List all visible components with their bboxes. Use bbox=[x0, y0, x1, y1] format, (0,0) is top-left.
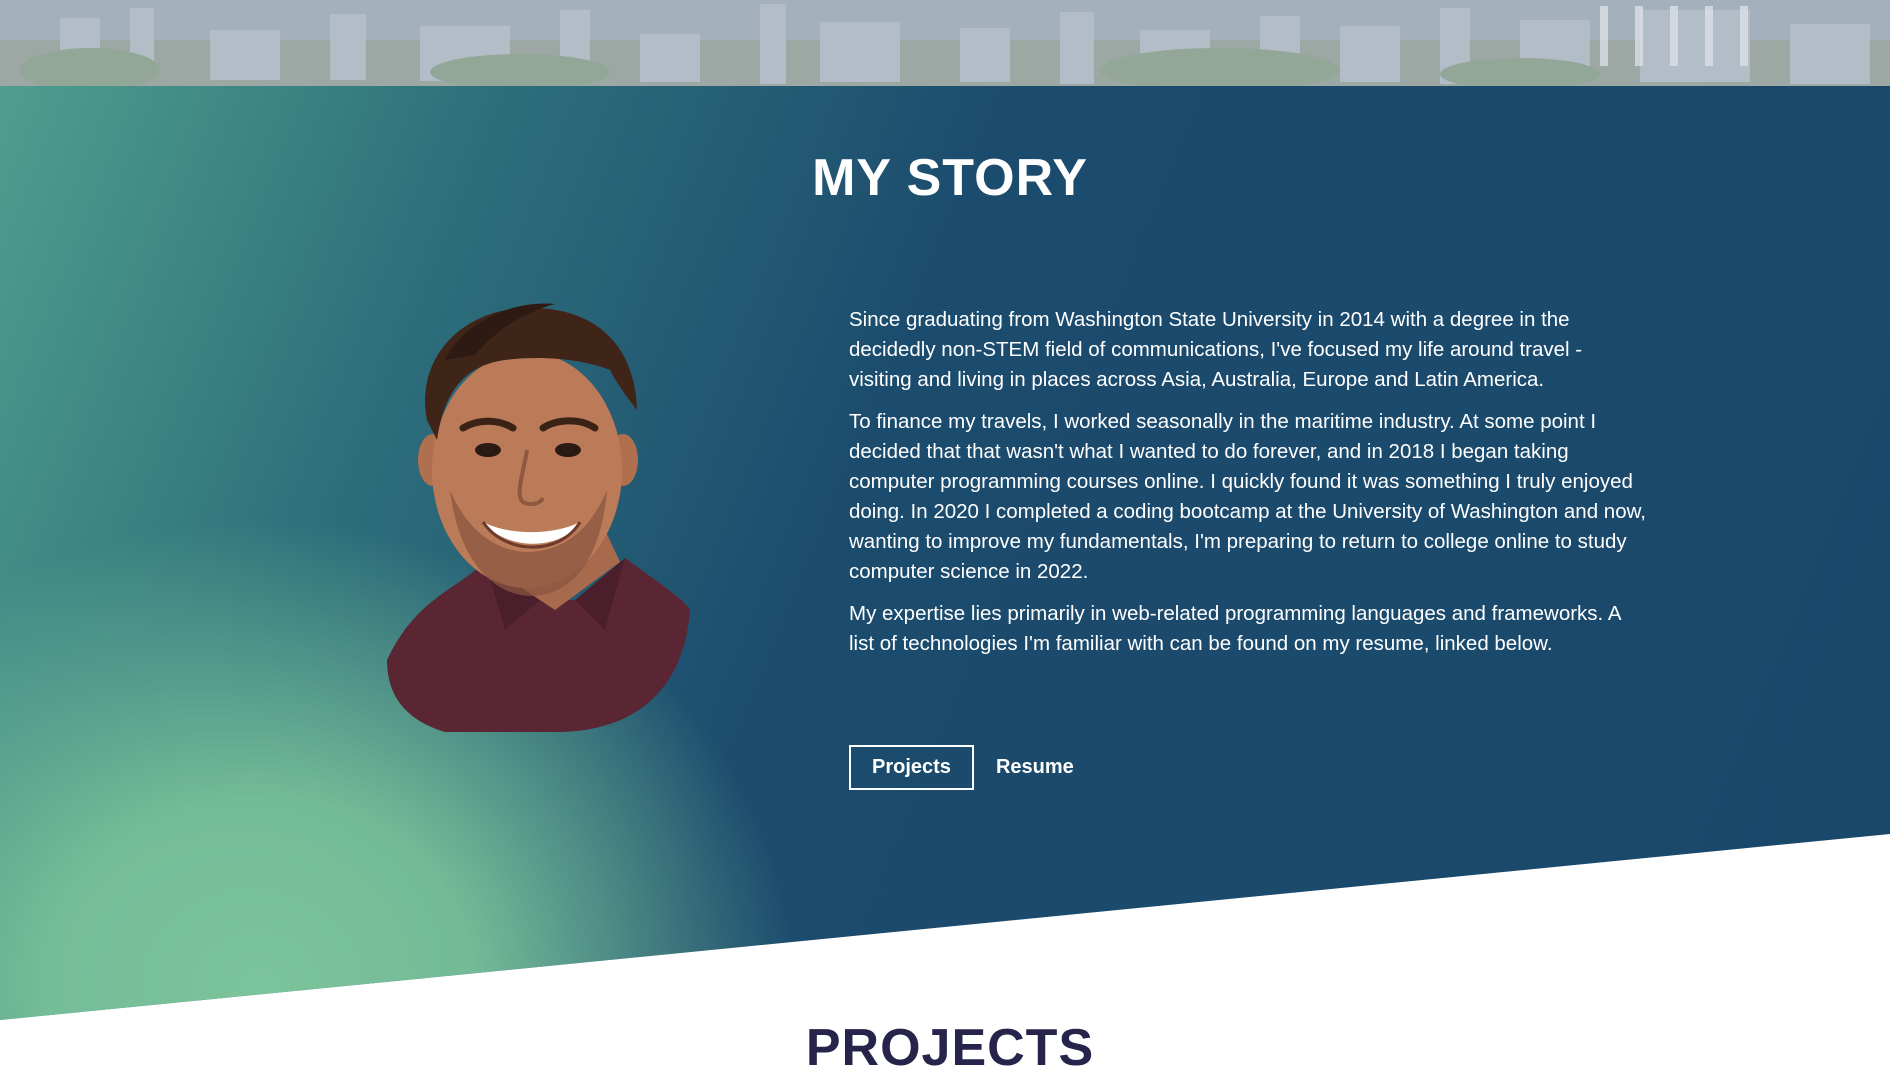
section-title-my-story: MY STORY bbox=[812, 149, 1088, 207]
projects-button[interactable]: Projects bbox=[849, 745, 974, 790]
section-title-projects: PROJECTS bbox=[805, 1019, 1095, 1077]
hero-cityscape-banner bbox=[0, 0, 1890, 86]
profile-portrait bbox=[387, 303, 690, 732]
story-actions: Projects Resume bbox=[849, 745, 1074, 790]
resume-link[interactable]: Resume bbox=[996, 756, 1074, 779]
story-paragraph: Since graduating from Washington State U… bbox=[849, 308, 1583, 391]
story-paragraph: To finance my travels, I worked seasonal… bbox=[849, 410, 1646, 583]
cityscape-image bbox=[0, 0, 1890, 86]
my-story-text: Since graduating from Washington State U… bbox=[849, 305, 1649, 671]
story-paragraph: My expertise lies primarily in web-relat… bbox=[849, 602, 1621, 655]
